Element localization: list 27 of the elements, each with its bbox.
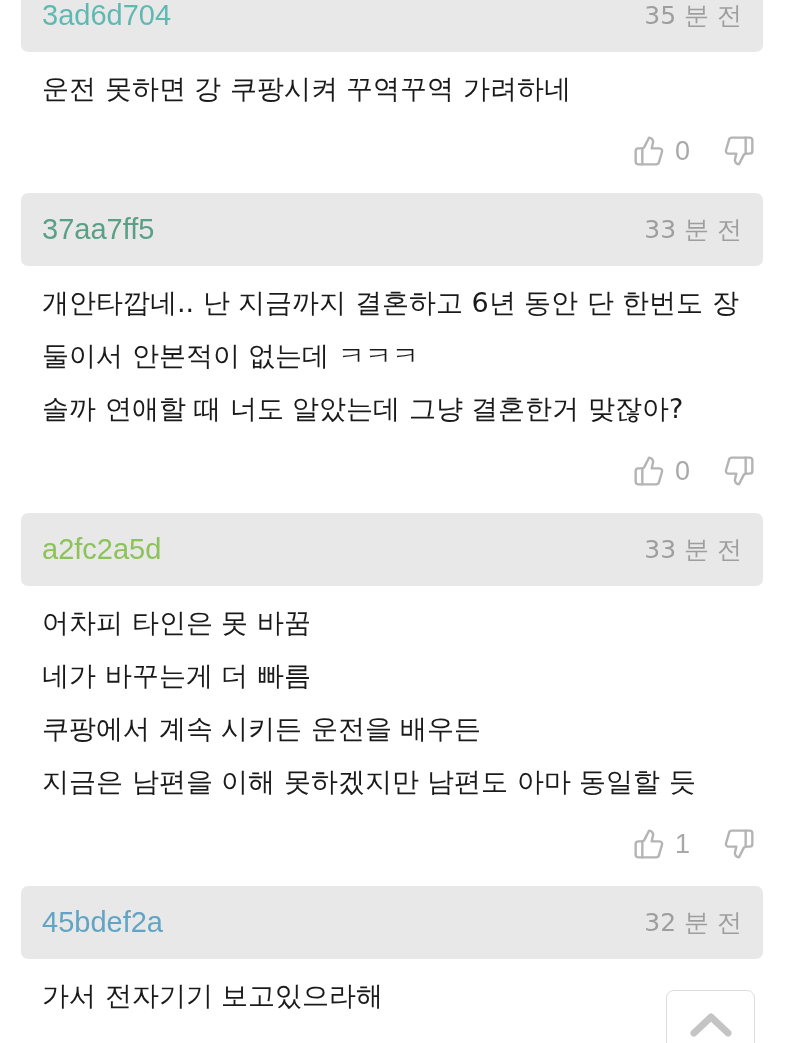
comment-text: 가서 전자기기 보고있으라해 [42, 979, 384, 1013]
thumbs-down-icon[interactable] [723, 135, 755, 167]
thumbs-down-icon[interactable] [723, 828, 755, 860]
like-count: 0 [674, 455, 690, 487]
user-id: 3ad6d704 [42, 0, 172, 32]
thumbs-up-icon[interactable] [632, 135, 665, 167]
chevron-up-icon [689, 1013, 732, 1037]
comment-text: 지금은 남편을 이해 못하겠지만 남편도 아마 동일할 듯 [42, 765, 697, 799]
user-id: 45bdef2a [42, 906, 163, 939]
comment-text: 둘이서 안본적이 없는데 ㅋㅋㅋ [42, 339, 419, 373]
thumbs-down-icon[interactable] [723, 455, 755, 487]
comment-time: 33 분 전 [644, 214, 742, 246]
comment-time: 32 분 전 [644, 907, 742, 939]
thumbs-up-icon[interactable] [632, 455, 665, 487]
comment-time: 33 분 전 [644, 534, 742, 566]
comment-text: 솔까 연애할 때 너도 알았는데 그냥 결혼한거 맞잖아? [42, 392, 684, 426]
comment-text: 쿠팡에서 계속 시키든 운전을 배우든 [42, 712, 482, 746]
comment-text: 어차피 타인은 못 바꿈 [42, 606, 311, 640]
like-count: 1 [674, 828, 690, 860]
user-id: a2fc2a5d [42, 533, 162, 566]
comment-text: 네가 바꾸는게 더 빠름 [42, 659, 311, 693]
comment-text: 운전 못하면 강 쿠팡시켜 꾸역꾸역 가려하네 [42, 72, 571, 106]
like-count: 0 [674, 135, 690, 167]
comment-time: 35 분 전 [644, 0, 742, 32]
comment-text: 개안타깝네.. 난 지금까지 결혼하고 6년 동안 단 한번도 장 [42, 286, 739, 320]
user-id: 37aa7ff5 [42, 213, 155, 246]
thumbs-up-icon[interactable] [632, 828, 665, 860]
